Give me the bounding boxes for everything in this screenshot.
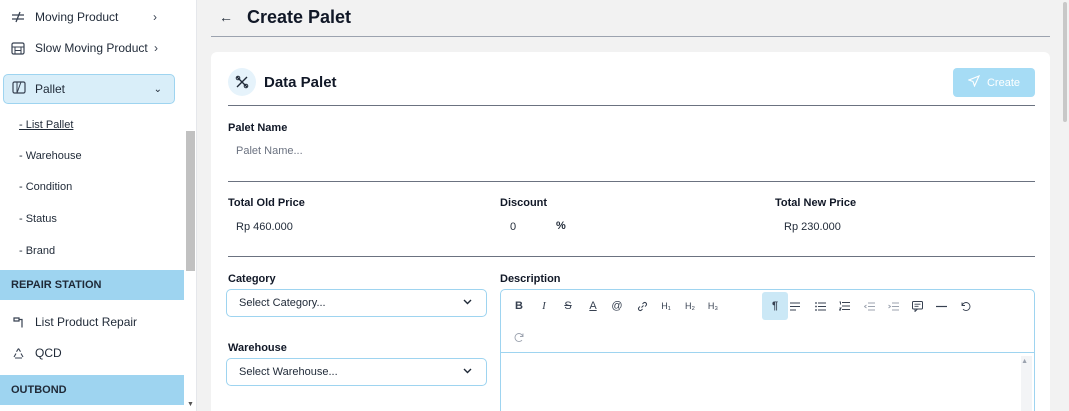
sidebar: Moving Product › Slow Moving Product › P… [0,0,184,411]
sidebar-item-label: QCD [35,346,62,360]
page-scrollbar[interactable] [1061,0,1069,411]
card-divider [228,105,1035,106]
ordered-list-icon[interactable] [834,295,854,317]
chevron-down-icon [463,297,472,308]
sidebar-item-pallet[interactable]: Pallet ⌄ [3,74,175,104]
outdent-icon[interactable] [859,295,879,317]
sidebar-item-label: Slow Moving Product [35,41,148,55]
chevron-right-icon: › [154,41,158,55]
price-divider [228,256,1035,257]
scroll-down-arrow-icon[interactable]: ▼ [187,401,194,408]
strikethrough-button[interactable]: S [558,295,578,317]
sidebar-item-qcd[interactable]: QCD [0,338,184,368]
back-arrow-icon[interactable]: ← [219,9,233,25]
total-old-price-label: Total Old Price [228,197,305,209]
heading-2-button[interactable]: H₂ [680,295,700,317]
pallet-icon [12,81,26,97]
redo-icon[interactable] [509,326,529,348]
sidebar-item-slow-moving-product[interactable]: Slow Moving Product › [0,33,184,63]
sidebar-scroll-thumb[interactable] [186,131,195,271]
sidebar-subitem-condition[interactable]: - Condition [19,181,72,193]
chevron-down-icon [463,366,472,377]
discount-input[interactable]: 0 [510,221,516,233]
send-icon [967,74,981,90]
chevron-right-icon: › [153,10,157,24]
comment-icon[interactable] [907,295,927,317]
sidebar-subitem-warehouse[interactable]: - Warehouse [19,150,82,162]
description-label: Description [500,273,561,285]
warehouse-select[interactable]: Select Warehouse... [226,358,487,386]
warehouse-label: Warehouse [228,342,287,354]
discount-label: Discount [500,197,548,209]
bullet-list-icon[interactable] [810,295,830,317]
sidebar-subitem-list-pallet[interactable]: - List Pallet [19,119,73,131]
undo-icon[interactable] [955,295,975,317]
sidebar-item-label: Moving Product [35,10,119,24]
category-select-value: Select Category... [239,297,326,309]
text-color-button[interactable]: A [583,295,603,317]
discount-percent-unit: % [556,220,566,232]
highlight-button[interactable]: @ [607,295,627,317]
page-title: Create Palet [247,7,352,27]
total-new-price-value: Rp 230.000 [784,221,841,233]
sidebar-item-label: Pallet [35,82,66,96]
tools-icon [228,68,256,96]
align-icon[interactable] [785,295,805,317]
section-outbond: OUTBOND [0,375,184,405]
palet-name-label: Palet Name [228,122,288,134]
category-select[interactable]: Select Category... [226,289,487,317]
total-old-price-value: Rp 460.000 [236,221,293,233]
section-repair-station: REPAIR STATION [0,270,184,300]
palet-name-input[interactable]: Palet Name... [236,145,1016,161]
indent-icon[interactable] [883,295,903,317]
create-button[interactable]: Create [953,68,1035,97]
editor-toolbar: B I S A @ H₁ H₂ H₃ ¶ [501,290,1034,353]
bold-button[interactable]: B [509,295,529,317]
sidebar-item-list-product-repair[interactable]: List Product Repair [0,307,184,337]
page-scroll-thumb[interactable] [1063,2,1067,122]
italic-button[interactable]: I [534,295,554,317]
card-title: Data Palet [264,74,337,91]
data-palet-card: Data Palet Create Palet Name Palet Name.… [211,52,1050,411]
create-button-label: Create [986,76,1021,89]
sidebar-subitem-status[interactable]: - Status [19,213,57,225]
horizontal-rule-icon[interactable] [931,295,951,317]
sidebar-item-moving-product[interactable]: Moving Product › [0,2,184,32]
repair-icon [10,316,26,329]
editor-scroll-up-icon[interactable]: ▲ [1021,358,1028,365]
recycle-icon [10,347,26,360]
description-editor[interactable]: B I S A @ H₁ H₂ H₃ ¶ ▲ [500,289,1035,411]
total-new-price-label: Total New Price [775,197,857,209]
heading-3-button[interactable]: H₃ [703,295,723,317]
title-divider [211,36,1050,37]
warehouse-select-value: Select Warehouse... [239,366,338,378]
link-icon[interactable] [632,295,652,317]
building-icon [10,41,26,55]
category-label: Category [228,273,276,285]
sidebar-subitem-brand[interactable]: - Brand [19,245,55,257]
sidebar-item-label: List Product Repair [35,315,138,329]
palet-name-underline [228,181,1035,182]
chevron-down-icon: ⌄ [153,83,162,95]
heading-1-button[interactable]: H₁ [656,295,676,317]
moving-icon [10,11,26,23]
